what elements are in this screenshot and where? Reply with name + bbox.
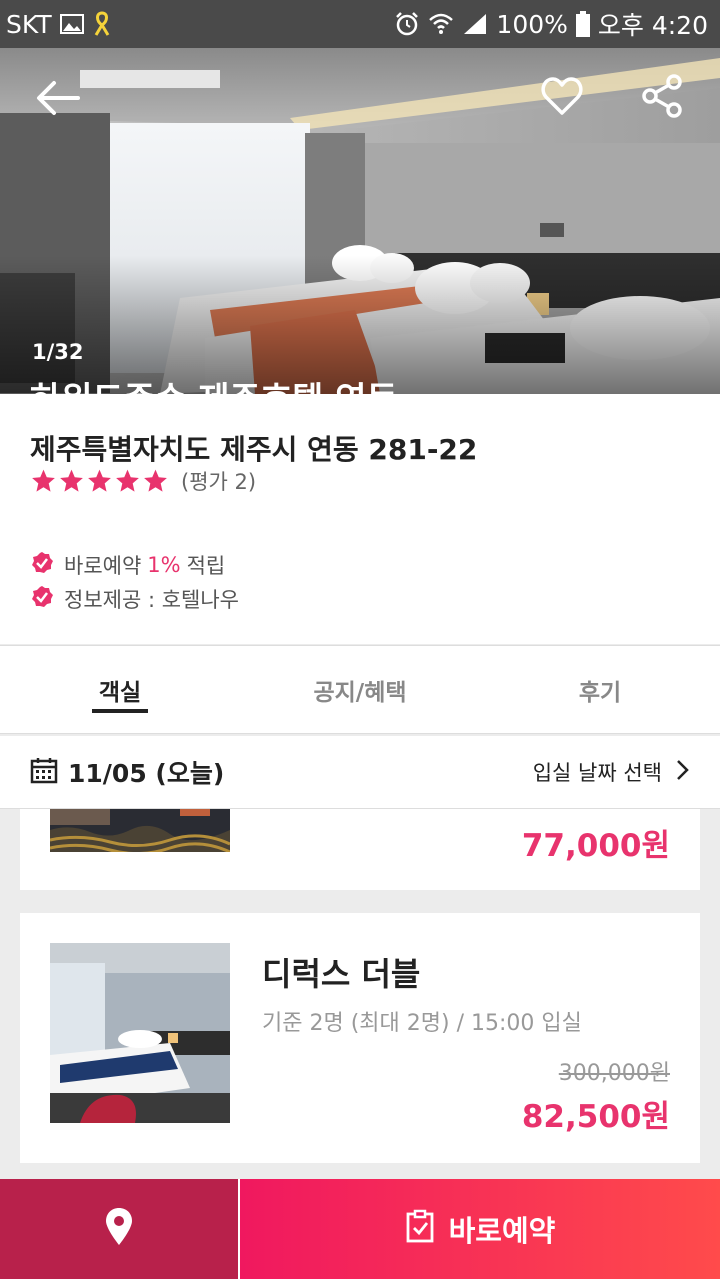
check-badge-icon: [30, 585, 54, 614]
battery-icon: [575, 11, 590, 37]
bottom-action-bar: 바로예약: [0, 1179, 720, 1279]
perk-info-provider: 정보제공 : 호텔나우: [30, 584, 239, 614]
tab-reviews[interactable]: 후기: [480, 646, 720, 733]
back-arrow-icon[interactable]: [34, 78, 82, 118]
hotel-info-section: 제주특별자치도 제주시 연동 281-22 (평가 2) 바로예약 1% 적립 …: [0, 394, 720, 644]
star-icon: [32, 469, 55, 492]
instant-booking-button[interactable]: 바로예약: [240, 1179, 720, 1279]
share-icon[interactable]: [638, 72, 686, 120]
image-icon: [59, 14, 84, 34]
signal-icon: [462, 12, 488, 36]
hotel-title: 하워드존슨 제주호텔 연동: [30, 372, 398, 394]
battery-percent: 100%: [496, 9, 568, 39]
star-icon: [60, 469, 83, 492]
room-thumbnail: [50, 943, 230, 1123]
rating-count: (평가 2): [181, 470, 257, 494]
room-card[interactable]: 디럭스 더블 기준 2명 (최대 2명) / 15:00 입실 300,000원…: [20, 913, 700, 1163]
photo-counter: 1/32: [32, 340, 84, 364]
select-date-label: 입실 날짜 선택: [532, 761, 662, 785]
map-pin-icon: [103, 1207, 135, 1251]
hotel-photo-gallery[interactable]: 1/32 하워드존슨 제주호텔 연동: [0, 48, 720, 394]
checkin-date-bar[interactable]: 11/05 (오늘) 입실 날짜 선택: [0, 736, 720, 809]
clipboard-check-icon: [405, 1209, 435, 1250]
perk-percent: 1%: [147, 553, 181, 577]
perk-suffix: 적립: [186, 554, 226, 578]
perk-label: 정보제공 : 호텔나우: [64, 588, 239, 612]
room-capacity: 기준 2명 (최대 2명) / 15:00 입실: [262, 1011, 582, 1036]
hotel-room-photo: [0, 48, 720, 394]
perk-label: 바로예약: [64, 554, 142, 578]
star-rating: [30, 468, 169, 494]
carrier-label: SKT: [6, 9, 52, 39]
section-tabs: 객실 공지/혜택 후기: [0, 645, 720, 734]
star-icon: [88, 469, 111, 492]
star-icon: [144, 469, 167, 492]
hotel-address: 제주특별자치도 제주시 연동 281-22: [30, 433, 478, 466]
checkin-date: 11/05 (오늘): [68, 759, 225, 788]
tab-rooms[interactable]: 객실: [0, 646, 240, 733]
wifi-icon: [428, 12, 454, 36]
ribbon-icon: [92, 11, 112, 37]
check-badge-icon: [30, 551, 54, 580]
tab-notice-benefits[interactable]: 공지/혜택: [240, 646, 480, 733]
select-checkin-date[interactable]: 입실 날짜 선택: [533, 757, 690, 787]
hotel-detail-screen: SKT 100% 오후 4:20 1/32 제주특별자치도 제주시 연동 281…: [0, 0, 720, 1279]
chevron-right-icon: [676, 759, 690, 786]
original-price: 300,000원: [558, 1061, 670, 1086]
map-button[interactable]: [0, 1179, 240, 1279]
alarm-icon: [394, 11, 420, 37]
room-price: 82,500원: [521, 1099, 670, 1135]
clock: 오후 4:20: [597, 11, 708, 40]
perk-instant-booking: 바로예약 1% 적립: [30, 550, 225, 580]
room-price: 77,000원: [521, 828, 670, 864]
calendar-icon: [30, 756, 58, 788]
status-bar: SKT 100% 오후 4:20: [0, 0, 720, 48]
star-icon: [116, 469, 139, 492]
heart-icon[interactable]: [538, 72, 586, 120]
room-name: 디럭스 더블: [262, 955, 421, 993]
rating-row: (평가 2): [30, 466, 256, 496]
booking-label: 바로예약: [448, 1214, 556, 1248]
